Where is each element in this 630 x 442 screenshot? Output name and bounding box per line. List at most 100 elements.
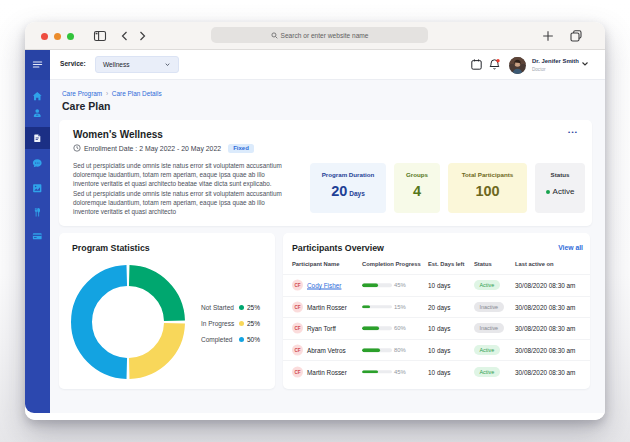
stat-number: 4 bbox=[413, 183, 421, 199]
avatar[interactable] bbox=[509, 57, 526, 74]
stat-program-duration: Program Duration 20Days bbox=[310, 163, 386, 213]
participant-name[interactable]: Martin Rosser bbox=[307, 303, 347, 310]
last-active: 30/08/2020 08:30 am bbox=[515, 282, 575, 289]
tabs-icon[interactable] bbox=[569, 29, 583, 43]
progress-percent: 60% bbox=[394, 325, 406, 331]
participant-name[interactable]: Ryan Torff bbox=[307, 325, 336, 332]
home-icon bbox=[32, 91, 43, 102]
last-active: 30/08/2020 08:30 am bbox=[515, 303, 575, 310]
avatar: CF bbox=[292, 323, 303, 334]
table-row[interactable]: CF Martin Rosser 45% 10 days Active 30/0… bbox=[283, 360, 590, 382]
breadcrumb-separator: › bbox=[106, 90, 108, 97]
user-chevron-down-icon[interactable] bbox=[581, 60, 589, 68]
view-all-link[interactable]: View all bbox=[558, 244, 583, 251]
legend-percent: 25% bbox=[247, 320, 260, 327]
stat-groups: Groups 4 bbox=[394, 163, 440, 213]
table-row[interactable]: CF Abram Vetros 80% 10 days Active 30/08… bbox=[283, 339, 590, 361]
progress-fill bbox=[362, 370, 378, 374]
sidebar-item-messages[interactable] bbox=[25, 152, 50, 174]
care-plan-icon bbox=[32, 133, 43, 144]
table-row[interactable]: CF Ryan Torff 60% 10 days Inactive 30/08… bbox=[283, 317, 590, 339]
participants-overview-title: Participants Overview bbox=[292, 243, 384, 253]
screenshot-stage: Search or enter website name bbox=[0, 0, 630, 442]
last-active: 30/08/2020 08:30 am bbox=[515, 325, 575, 332]
donut-chart bbox=[71, 265, 185, 379]
care-plan-stats: Program Duration 20Days Groups 4 Total P… bbox=[310, 163, 585, 213]
avatar-photo bbox=[509, 57, 526, 74]
progress-fill bbox=[362, 284, 378, 288]
bell-icon[interactable] bbox=[488, 58, 501, 71]
participants-overview-card: Participants Overview View all Participa… bbox=[283, 233, 590, 389]
legend-item-completed: Completed 50% bbox=[201, 331, 260, 347]
sidebar-item-reports[interactable] bbox=[25, 177, 50, 199]
close-window-button[interactable] bbox=[41, 33, 48, 40]
legend-label: In Progress bbox=[201, 320, 239, 327]
stat-number: 100 bbox=[475, 183, 499, 199]
minimize-window-button[interactable] bbox=[54, 33, 61, 40]
care-plan-card: Women's Wellness ••• Enrollment Date : 2… bbox=[59, 120, 592, 226]
notification-dot bbox=[496, 59, 499, 62]
legend-item-in-progress: In Progress 25% bbox=[201, 315, 260, 331]
clock-icon bbox=[73, 144, 81, 152]
legend-dot-not-started bbox=[239, 305, 244, 310]
participant-name[interactable]: Abram Vetros bbox=[307, 347, 346, 354]
status-badge: Inactive bbox=[474, 323, 504, 333]
calendar-icon[interactable] bbox=[470, 58, 483, 71]
stat-status-text: Active bbox=[553, 187, 575, 196]
kebab-menu-icon[interactable]: ••• bbox=[568, 129, 578, 135]
sidebar-toggle-icon[interactable] bbox=[93, 29, 107, 43]
service-select[interactable]: Wellness bbox=[95, 56, 179, 73]
participant-name[interactable]: Martin Rosser bbox=[307, 368, 347, 375]
participant-name[interactable]: Cody Fisher bbox=[307, 282, 341, 289]
status-badge: Active bbox=[474, 345, 500, 355]
address-bar[interactable]: Search or enter website name bbox=[211, 27, 428, 43]
avatar: CF bbox=[292, 280, 303, 291]
breadcrumb-care-plan-details[interactable]: Care Plan Details bbox=[112, 90, 162, 97]
progress-bar bbox=[362, 305, 392, 309]
new-tab-icon[interactable] bbox=[541, 29, 555, 43]
legend-percent: 25% bbox=[247, 304, 260, 311]
hamburger-icon bbox=[32, 59, 43, 70]
status-badge: Active bbox=[474, 280, 500, 290]
program-statistics-card: Program Statistics Not Started 25% In Pr… bbox=[59, 233, 275, 389]
app-header: Service: Wellness bbox=[50, 50, 605, 80]
sidebar-item-care-plans[interactable] bbox=[25, 127, 50, 149]
stat-value: 100 bbox=[475, 183, 499, 199]
legend-item-not-started: Not Started 25% bbox=[201, 299, 260, 315]
browser-chrome: Search or enter website name bbox=[25, 22, 605, 50]
card-icon bbox=[32, 231, 43, 242]
forward-icon[interactable] bbox=[135, 29, 149, 43]
content-area: Care Program › Care Plan Details Care Pl… bbox=[50, 80, 605, 413]
avatar: CF bbox=[292, 345, 303, 356]
last-active: 30/08/2020 08:30 am bbox=[515, 347, 575, 354]
progress-percent: 80% bbox=[394, 347, 406, 353]
breadcrumb: Care Program › Care Plan Details bbox=[62, 90, 162, 97]
progress-bar bbox=[362, 348, 392, 352]
breadcrumb-care-program[interactable]: Care Program bbox=[62, 90, 102, 97]
avatar: CF bbox=[292, 301, 303, 312]
stat-value: 20Days bbox=[331, 183, 365, 199]
progress-bar bbox=[362, 370, 392, 374]
user-role: Doctor bbox=[532, 67, 546, 72]
program-statistics-title: Program Statistics bbox=[72, 243, 150, 253]
service-select-value: Wellness bbox=[103, 61, 130, 68]
chat-icon bbox=[32, 158, 43, 169]
stat-value: Active bbox=[546, 187, 575, 196]
legend-dot-in-progress bbox=[239, 321, 244, 326]
zoom-window-button[interactable] bbox=[67, 33, 74, 40]
legend-percent: 50% bbox=[247, 336, 260, 343]
sidebar-item-patients[interactable] bbox=[25, 102, 50, 124]
sidebar-item-nutrition[interactable] bbox=[25, 201, 50, 223]
progress-percent: 45% bbox=[394, 369, 406, 375]
table-row[interactable]: CF Cody Fisher 45% 10 days Active 30/08/… bbox=[283, 274, 590, 296]
care-plan-description: Sed ut perspiciatis unde omnis iste natu… bbox=[73, 161, 283, 216]
reports-icon bbox=[32, 183, 43, 194]
table-row[interactable]: CF Martin Rosser 15% 20 days Inactive 30… bbox=[283, 296, 590, 318]
menu-icon[interactable] bbox=[25, 53, 50, 75]
legend-label: Completed bbox=[201, 336, 239, 343]
back-icon[interactable] bbox=[118, 29, 132, 43]
progress-fill bbox=[362, 305, 370, 309]
sidebar-item-billing[interactable] bbox=[25, 225, 50, 247]
enrollment-row: Enrollment Date : 2 May 2022 - 20 May 20… bbox=[73, 144, 254, 153]
progress-bar bbox=[362, 284, 392, 288]
